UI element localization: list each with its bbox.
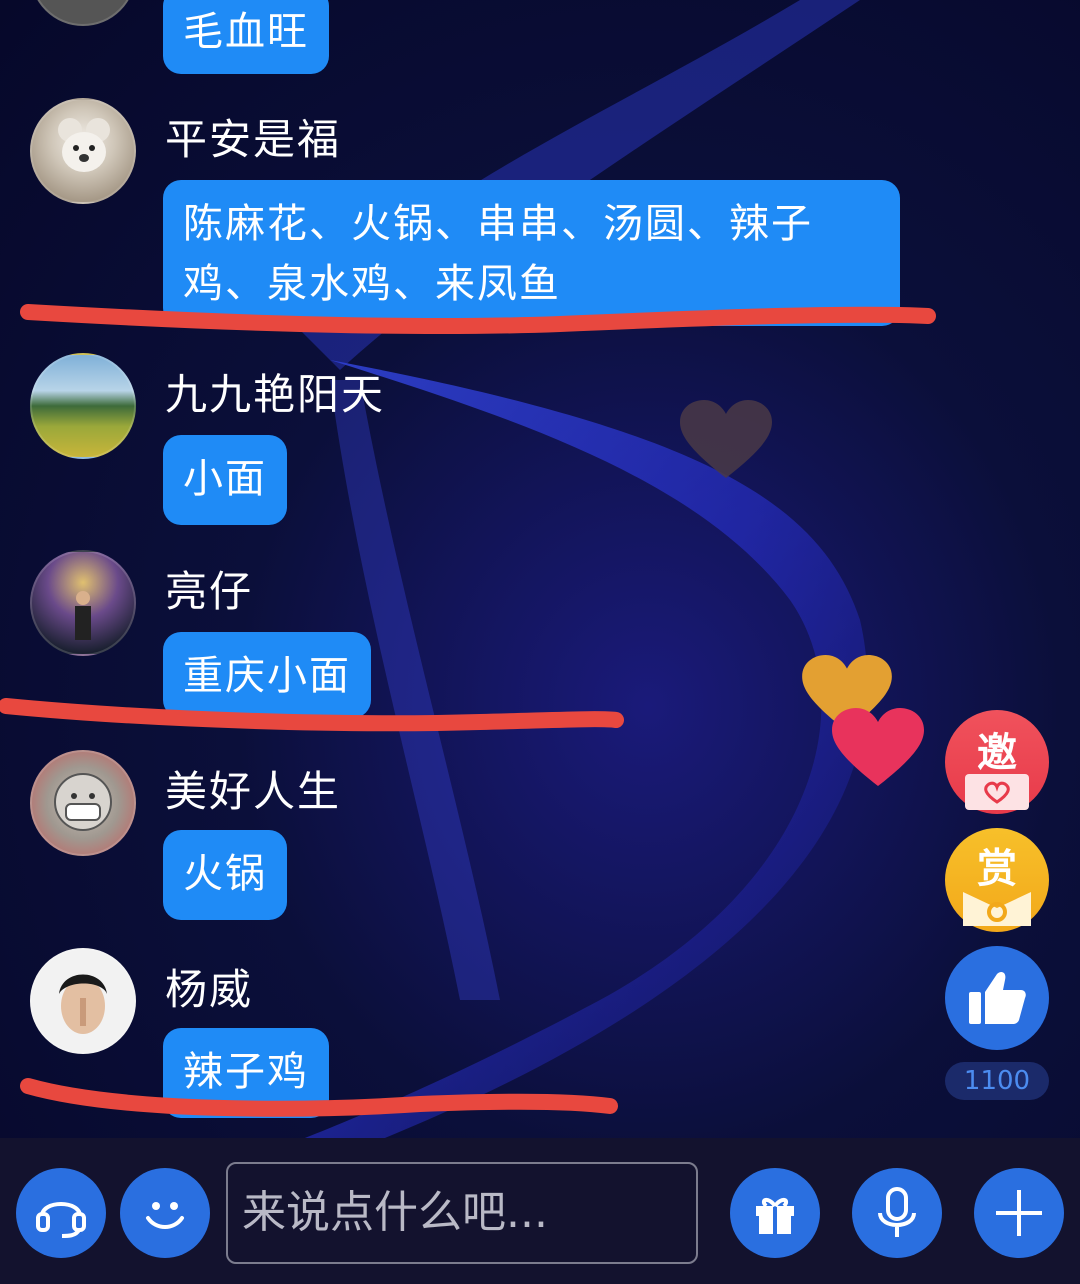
heart-icon: [680, 400, 772, 478]
message-bubble: 重庆小面: [163, 632, 371, 718]
voice-button[interactable]: [852, 1168, 942, 1258]
comment-input[interactable]: 来说点什么吧...: [226, 1162, 698, 1264]
avatar[interactable]: [30, 353, 136, 459]
invite-button[interactable]: 邀: [945, 710, 1049, 814]
coin-envelope-icon: [963, 892, 1031, 926]
avatar[interactable]: [30, 98, 136, 204]
avatar[interactable]: [30, 750, 136, 856]
headset-icon: [36, 1202, 86, 1238]
username: 美好人生: [165, 767, 342, 816]
like-count: 1100: [945, 1062, 1049, 1100]
like-button[interactable]: [945, 946, 1049, 1050]
thumbs-up-icon: [969, 972, 1026, 1024]
heart-icon: [832, 708, 924, 786]
username: 九九艳阳天: [165, 370, 386, 419]
more-button[interactable]: [974, 1168, 1064, 1258]
message-bubble: 小面: [163, 435, 287, 525]
reward-button[interactable]: 赏: [945, 828, 1049, 932]
avatar[interactable]: [30, 550, 136, 656]
message-bubble: 火锅: [163, 830, 287, 920]
gift-icon: [756, 1198, 794, 1234]
message-bubble: 辣子鸡: [163, 1028, 329, 1118]
gift-button[interactable]: [730, 1168, 820, 1258]
envelope-heart-icon: [965, 774, 1029, 810]
username: 亮仔: [165, 567, 254, 616]
username: 平安是福: [165, 115, 342, 164]
username: 杨威: [165, 965, 254, 1014]
emoji-icon: [146, 1202, 184, 1229]
avatar[interactable]: [30, 948, 136, 1054]
customer-service-button[interactable]: [16, 1168, 106, 1258]
plus-icon: [996, 1190, 1042, 1236]
emoji-button[interactable]: [120, 1168, 210, 1258]
message-bubble: 陈麻花、火锅、串串、汤圆、辣子鸡、泉水鸡、来凤鱼: [163, 180, 900, 326]
message-bubble: 毛血旺: [163, 0, 329, 74]
microphone-icon: [878, 1187, 916, 1237]
